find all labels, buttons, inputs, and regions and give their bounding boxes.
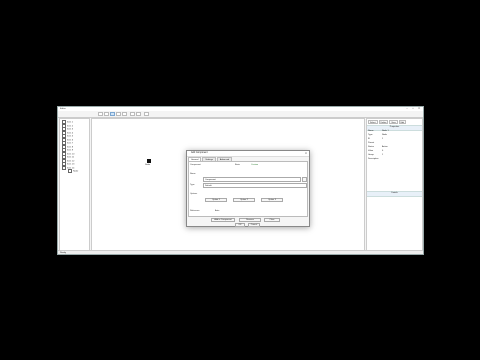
expand-icon[interactable] xyxy=(62,165,66,170)
option-2-button[interactable]: Option 2 xyxy=(233,198,255,202)
node-icon xyxy=(68,169,72,173)
dialog-title: Add Component xyxy=(191,152,208,154)
cancel-button[interactable]: Cancel xyxy=(248,223,260,227)
close-icon[interactable]: ✕ xyxy=(305,151,307,156)
properties-panel: Select Delete View Edit Properties Name N… xyxy=(366,118,423,252)
reference-label: Reference xyxy=(190,210,200,212)
select-button[interactable]: Select xyxy=(368,120,378,124)
property-row[interactable]: Status Active xyxy=(368,146,388,149)
edit-button[interactable]: Edit xyxy=(398,120,407,124)
property-row[interactable]: Type Node xyxy=(368,134,387,137)
back-icon[interactable] xyxy=(98,112,103,116)
name-browse-button[interactable] xyxy=(302,177,307,182)
delete-button[interactable]: Delete xyxy=(378,120,389,124)
options-label: Options xyxy=(190,193,198,195)
toolbar xyxy=(58,111,423,118)
option-3-button[interactable]: Option 3 xyxy=(261,198,283,202)
forward-icon[interactable] xyxy=(104,112,109,116)
view-button[interactable]: View xyxy=(389,120,398,124)
dialog-footer: Add to Component Remove Clear OK Cancel xyxy=(187,218,309,227)
name-label: Name xyxy=(190,173,196,175)
property-row[interactable]: Parent xyxy=(368,142,374,145)
clear-button[interactable]: Clear xyxy=(264,218,280,222)
ok-button[interactable]: OK xyxy=(235,223,245,227)
component-tree: Item 1 Item 2 Item 3 Item 4 Item 5 Item … xyxy=(59,118,90,252)
property-row[interactable]: Description xyxy=(368,158,378,161)
details-header: Details xyxy=(367,191,422,197)
property-row[interactable]: Group 1 xyxy=(368,154,383,157)
select-tool-icon[interactable] xyxy=(110,112,115,116)
add-component-dialog: Add Component ✕ General Settings Advance… xyxy=(186,150,310,227)
box-tool-icon[interactable] xyxy=(130,112,135,116)
radio-basic[interactable]: Basic xyxy=(235,164,240,166)
diagram-node-label: Node xyxy=(145,164,151,166)
status-bar: Ready xyxy=(58,250,423,254)
line-tool-icon[interactable] xyxy=(136,112,141,116)
component-label: Component xyxy=(190,164,201,166)
type-field[interactable]: Default xyxy=(203,183,307,188)
property-row[interactable]: ID 1 xyxy=(368,138,383,141)
dialog-body: Component Basic Custom Name Component Ty… xyxy=(188,161,308,217)
reference-value[interactable]: Auto xyxy=(215,210,219,212)
option-1-button[interactable]: Option 1 xyxy=(205,198,227,202)
text-tool-icon[interactable] xyxy=(122,112,127,116)
property-row[interactable]: Name Node 1 xyxy=(368,130,389,133)
add-to-component-button[interactable]: Add to Component xyxy=(211,218,235,222)
remove-button[interactable]: Remove xyxy=(239,218,261,222)
properties-header: Properties xyxy=(367,125,422,131)
type-label: Type xyxy=(190,184,195,186)
property-row[interactable]: Value 0 xyxy=(368,150,383,153)
diagram-node[interactable] xyxy=(147,159,151,163)
radio-custom[interactable]: Custom xyxy=(251,164,258,166)
tree-child-item[interactable]: Node xyxy=(68,169,78,173)
edit-tool-icon[interactable] xyxy=(144,112,149,116)
name-field[interactable]: Component xyxy=(203,177,301,182)
connect-tool-icon[interactable] xyxy=(116,112,121,116)
